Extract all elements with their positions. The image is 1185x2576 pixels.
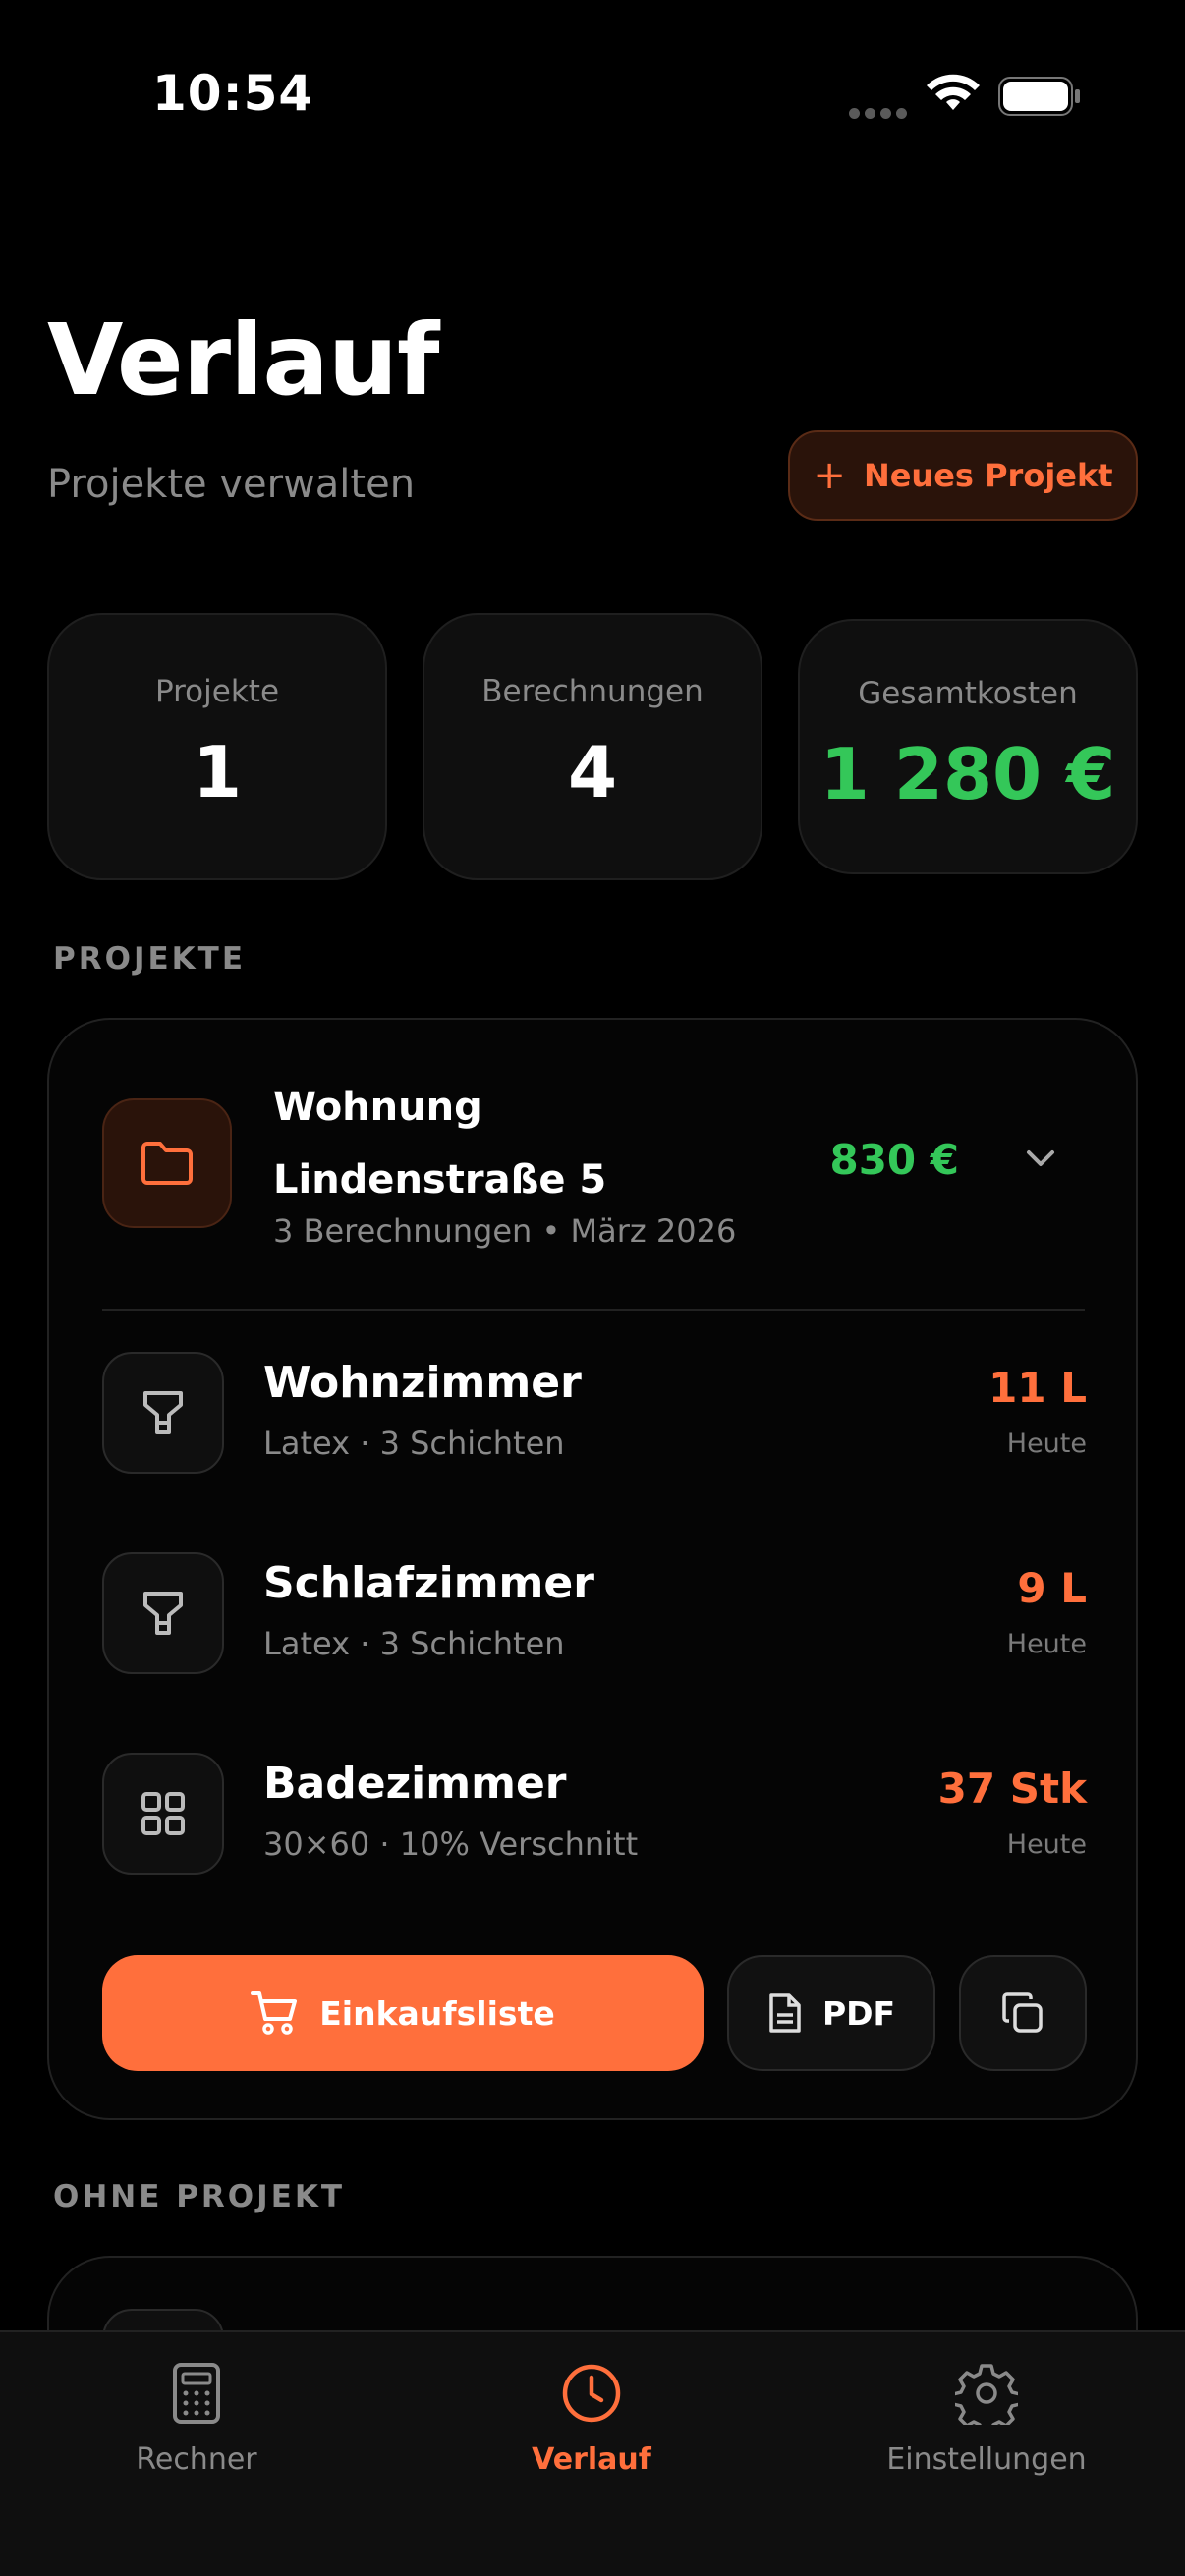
tab-label: Verlauf — [532, 2442, 651, 2477]
paint-roller-icon — [102, 1552, 224, 1674]
item-value: 37 Stk — [937, 1764, 1087, 1813]
item-date: Heute — [1006, 1829, 1087, 1860]
clock-icon — [562, 2364, 621, 2423]
battery-icon — [998, 77, 1080, 116]
pdf-button[interactable]: PDF — [727, 1955, 935, 2071]
item-name: Badezimmer — [263, 1759, 567, 1809]
copy-icon — [1002, 1992, 1043, 2033]
project-cost: 830 € — [829, 1136, 959, 1184]
plus-icon: + — [813, 453, 846, 498]
tab-label: Einstellungen — [886, 2442, 1087, 2477]
item-date: Heute — [1006, 1428, 1087, 1459]
item-details: 30×60 · 10% Verschnitt — [263, 1825, 639, 1863]
list-item[interactable]: Schlafzimmer Latex · 3 Schichten 9 L Heu… — [102, 1552, 1087, 1674]
divider — [102, 1309, 1085, 1311]
shopping-list-label: Einkaufsliste — [319, 1993, 555, 2033]
signal-icon — [849, 104, 912, 123]
page-title: Verlauf — [47, 303, 440, 418]
pdf-label: PDF — [821, 1993, 896, 2033]
shopping-list-button[interactable]: Einkaufsliste — [102, 1955, 704, 2071]
duplicate-button[interactable] — [959, 1955, 1087, 2071]
stat-projects: Projekte 1 — [47, 613, 387, 880]
wifi-icon — [927, 74, 980, 110]
item-value: 9 L — [1017, 1564, 1087, 1612]
project-meta: 3 Berechnungen • März 2026 — [273, 1212, 737, 1250]
section-header-no-project: OHNE PROJEKT — [53, 2179, 346, 2214]
cart-icon — [251, 1991, 298, 2035]
project-card: Wohnung Lindenstraße 5 3 Berechnungen • … — [47, 1018, 1138, 2120]
tab-label: Rechner — [136, 2442, 257, 2477]
stat-value: 1 — [192, 731, 243, 813]
item-details: Latex · 3 Schichten — [263, 1425, 565, 1462]
project-name[interactable]: Wohnung Lindenstraße 5 — [273, 1071, 784, 1216]
section-header-projects: PROJEKTE — [53, 941, 246, 977]
list-item[interactable]: Badezimmer 30×60 · 10% Verschnitt 37 Stk… — [102, 1753, 1087, 1875]
stat-label: Berechnungen — [481, 674, 704, 709]
calculator-icon — [173, 2363, 220, 2424]
tab-bar: Rechner Verlauf Einstellungen — [0, 2330, 1185, 2576]
item-date: Heute — [1006, 1629, 1087, 1659]
item-value: 11 L — [988, 1364, 1087, 1412]
tab-einstellungen[interactable]: Einstellungen — [839, 2362, 1134, 2477]
stat-value: 4 — [567, 731, 618, 813]
status-time: 10:54 — [152, 65, 314, 122]
stat-calculations: Berechnungen 4 — [423, 613, 762, 880]
tab-rechner[interactable]: Rechner — [49, 2362, 344, 2477]
document-icon — [769, 1993, 801, 2033]
stat-label: Projekte — [154, 674, 280, 709]
stat-label: Gesamtkosten — [858, 676, 1078, 711]
paint-roller-icon — [102, 1352, 224, 1474]
stat-value: 1 280 € — [819, 733, 1116, 815]
status-bar: 10:54 — [0, 0, 1185, 196]
item-name: Wohnzimmer — [263, 1358, 582, 1408]
chevron-down-icon[interactable] — [1024, 1148, 1057, 1169]
gear-icon — [951, 2364, 1022, 2435]
tiles-grid-icon — [102, 1753, 224, 1875]
list-item[interactable]: Wohnzimmer Latex · 3 Schichten 11 L Heut… — [102, 1352, 1087, 1474]
page-subtitle: Projekte verwalten — [47, 462, 416, 507]
item-name: Schlafzimmer — [263, 1558, 594, 1608]
folder-icon — [102, 1098, 232, 1228]
stat-total-cost: Gesamtkosten 1 280 € — [798, 619, 1138, 874]
item-details: Latex · 3 Schichten — [263, 1625, 565, 1662]
new-project-label: Neues Projekt — [863, 457, 1113, 494]
new-project-button[interactable]: + Neues Projekt — [788, 430, 1138, 521]
tab-verlauf[interactable]: Verlauf — [444, 2362, 739, 2477]
